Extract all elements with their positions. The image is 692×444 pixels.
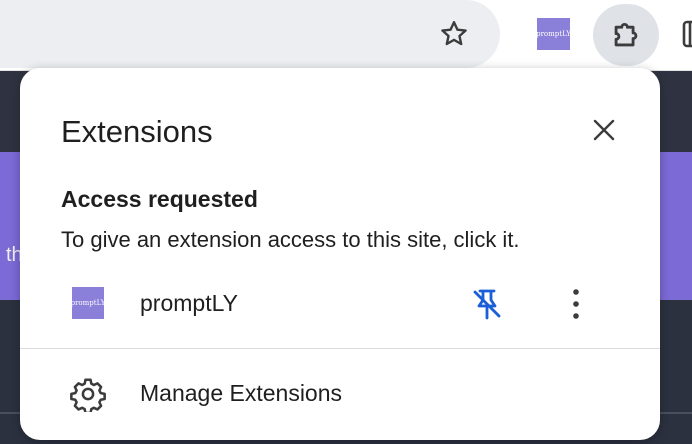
manage-extensions-row[interactable]: Manage Extensions bbox=[20, 366, 660, 422]
pin-off-icon bbox=[473, 289, 501, 320]
promptly-extension-icon: promptLY bbox=[71, 287, 105, 319]
extension-name: promptLY bbox=[140, 290, 239, 316]
side-panel-icon bbox=[682, 20, 692, 48]
address-bar[interactable] bbox=[0, 0, 500, 68]
gear-icon bbox=[70, 378, 106, 412]
extensions-popup: Extensions Access requested To give an e… bbox=[20, 68, 660, 440]
close-icon bbox=[593, 119, 615, 141]
popup-title: Extensions bbox=[61, 114, 213, 149]
star-icon bbox=[441, 21, 467, 46]
promptly-toolbar-icon[interactable]: promptLY bbox=[536, 18, 571, 50]
close-button[interactable] bbox=[586, 112, 622, 148]
side-panel-button[interactable] bbox=[676, 16, 692, 52]
manage-extensions-label: Manage Extensions bbox=[140, 380, 343, 406]
extension-more-button[interactable] bbox=[556, 284, 596, 324]
puzzle-icon bbox=[614, 23, 638, 47]
popup-divider bbox=[20, 348, 660, 349]
access-requested-description: To give an extension access to this site… bbox=[61, 227, 520, 252]
extension-row-promptly[interactable]: promptLY promptLY bbox=[20, 274, 660, 334]
browser-toolbar: promptLY bbox=[0, 0, 692, 71]
extensions-toolbar-button[interactable] bbox=[593, 4, 659, 66]
bookmark-star-button[interactable] bbox=[434, 14, 474, 54]
unpin-button[interactable] bbox=[467, 284, 507, 324]
more-vert-icon bbox=[573, 289, 579, 319]
access-requested-heading: Access requested bbox=[61, 186, 258, 212]
